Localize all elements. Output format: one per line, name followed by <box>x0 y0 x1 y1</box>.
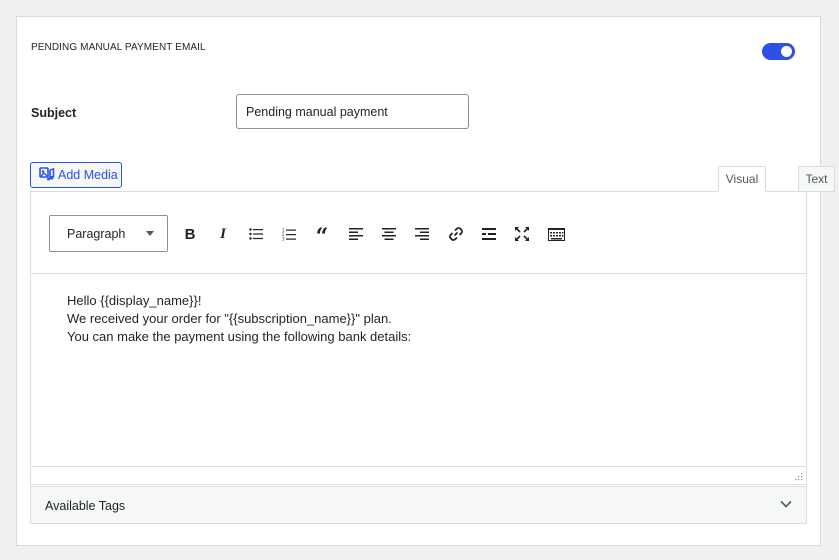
subject-label: Subject <box>31 106 77 120</box>
tab-visual[interactable]: Visual <box>718 166 766 192</box>
italic-button[interactable]: I <box>212 223 234 245</box>
svg-text:3: 3 <box>282 236 285 241</box>
italic-icon: I <box>220 225 226 242</box>
resize-handle-icon[interactable] <box>795 473 803 481</box>
numbered-list-icon: 1 2 3 <box>282 228 296 241</box>
bold-button[interactable]: B <box>179 223 201 245</box>
editor-toolbar: Paragraph B I 1 2 3 “ <box>31 192 806 274</box>
add-media-label: Add Media <box>58 168 118 182</box>
caret-down-icon <box>146 231 154 236</box>
email-enabled-toggle[interactable] <box>762 43 795 60</box>
available-tags-label: Available Tags <box>45 499 126 513</box>
blockquote-button[interactable]: “ <box>311 223 333 250</box>
align-center-icon <box>382 228 396 240</box>
add-media-button[interactable]: Add Media <box>30 162 122 188</box>
content-line: We received your order for "{{subscripti… <box>67 311 392 326</box>
content-line: You can make the payment using the follo… <box>67 329 412 344</box>
toolbar-toggle-icon <box>547 227 565 241</box>
blockquote-icon: “ <box>315 224 329 250</box>
bold-icon: B <box>184 225 196 243</box>
toggle-knob <box>781 46 792 57</box>
content-line: Hello {{display_name}}! <box>67 293 202 308</box>
bullet-list-icon <box>249 228 263 240</box>
link-button[interactable] <box>445 223 467 245</box>
fullscreen-icon <box>515 227 529 241</box>
align-left-button[interactable] <box>345 223 367 245</box>
read-more-icon <box>482 228 496 240</box>
tab-text[interactable]: Text <box>798 166 835 192</box>
subject-input[interactable] <box>236 94 469 129</box>
fullscreen-button[interactable] <box>511 223 533 245</box>
align-right-icon <box>415 228 429 240</box>
rich-text-editor: Paragraph B I 1 2 3 “ Hello {{display_na… <box>30 191 807 485</box>
available-tags-toggle[interactable]: Available Tags <box>30 486 807 524</box>
format-select-value: Paragraph <box>67 226 126 241</box>
toolbar-toggle-button[interactable] <box>545 223 567 245</box>
media-icon <box>39 166 55 184</box>
chevron-down-icon <box>780 500 792 508</box>
editor-resize-bar <box>31 466 806 484</box>
align-right-button[interactable] <box>411 223 433 245</box>
link-icon <box>449 227 463 241</box>
numbered-list-button[interactable]: 1 2 3 <box>278 223 300 245</box>
read-more-button[interactable] <box>478 223 500 245</box>
editor-content[interactable]: Hello {{display_name}}! We received your… <box>67 292 411 346</box>
email-settings-panel: PENDING MANUAL PAYMENT EMAIL Subject Add… <box>16 16 835 546</box>
align-left-icon <box>349 228 363 240</box>
align-center-button[interactable] <box>378 223 400 245</box>
format-select[interactable]: Paragraph <box>49 215 168 252</box>
section-title: PENDING MANUAL PAYMENT EMAIL <box>31 42 206 53</box>
bullet-list-button[interactable] <box>245 223 267 245</box>
